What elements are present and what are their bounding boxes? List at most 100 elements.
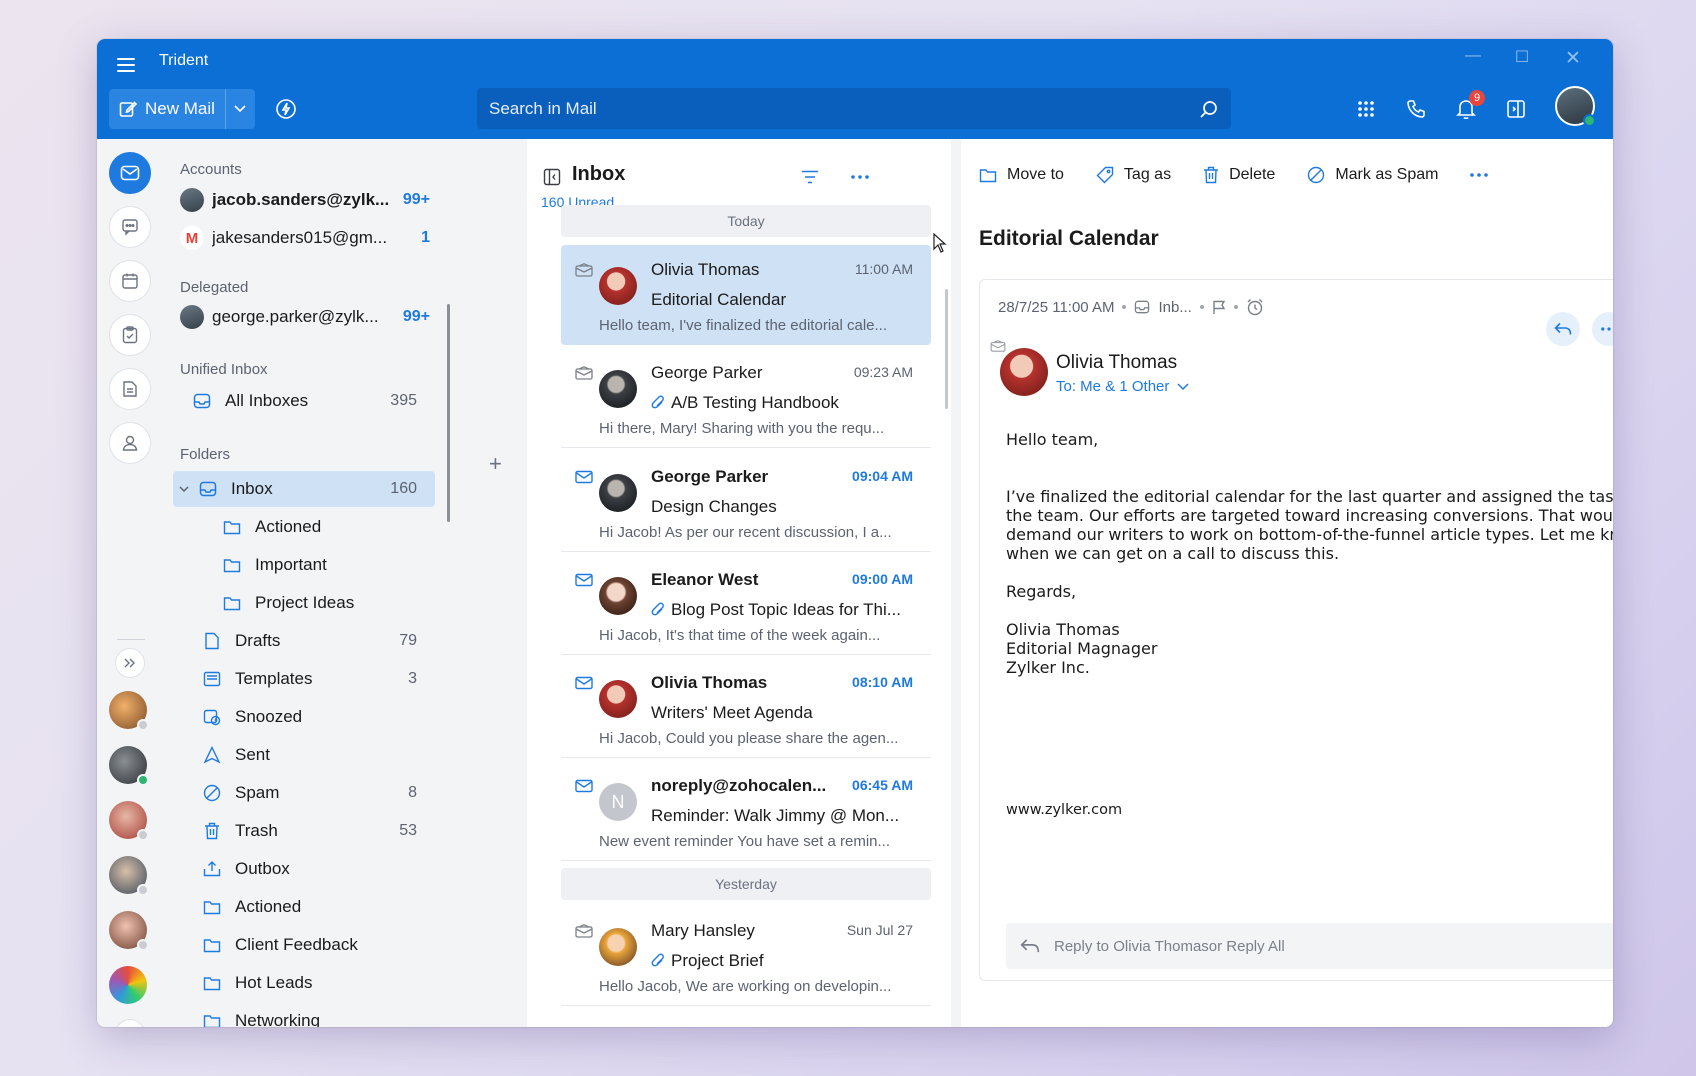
- message-item[interactable]: Eleanor West 09:00 AM Blog Post Topic Id…: [561, 555, 931, 655]
- flag-icon[interactable]: [1212, 300, 1226, 315]
- folder-client-feedback[interactable]: Client Feedback: [201, 927, 435, 963]
- folder-icon: [201, 896, 223, 918]
- read-envelope-icon[interactable]: [575, 263, 593, 277]
- more-actions-icon[interactable]: [1470, 161, 1489, 189]
- contact-avatar[interactable]: [109, 801, 149, 841]
- body-paragraph: I’ve finalized the editorial calendar fo…: [1006, 487, 1613, 563]
- folder-spam[interactable]: Spam 8: [201, 775, 435, 811]
- message-item[interactable]: Olivia Thomas 11:00 AM Editorial Calenda…: [561, 245, 931, 345]
- apps-grid-icon[interactable]: [1353, 96, 1379, 122]
- sender-avatar: [599, 370, 637, 408]
- recipients-toggle[interactable]: To: Me & 1 Other: [1056, 378, 1189, 395]
- app-window: Trident — ☐ ✕ New Mail 9: [97, 39, 1613, 1027]
- unread-envelope-icon[interactable]: [575, 573, 593, 587]
- sender-avatar[interactable]: [1000, 348, 1048, 396]
- new-mail-split-button: New Mail: [109, 89, 255, 129]
- contact-avatar[interactable]: [109, 691, 149, 731]
- folder-inbox[interactable]: Inbox 160: [173, 471, 435, 507]
- list-title: Inbox: [572, 163, 626, 185]
- folder-pane-scrollbar[interactable]: [447, 304, 450, 522]
- maximize-icon[interactable]: ☐: [1502, 47, 1542, 67]
- inbox-icon: [197, 478, 219, 500]
- message-list-scrollbar[interactable]: [945, 289, 948, 409]
- body-regards: Regards,: [1006, 582, 1077, 601]
- rail-chat-bottom-button[interactable]: [115, 1019, 145, 1027]
- folder-drafts[interactable]: Drafts 79: [201, 623, 435, 659]
- inbox-tray-icon: [191, 390, 213, 412]
- account-item[interactable]: M jakesanders015@gm... 1: [180, 222, 430, 254]
- contact-avatar[interactable]: [109, 911, 149, 951]
- delegated-account-item[interactable]: george.parker@zylk... 99+: [180, 301, 430, 333]
- reminder-alarm-icon[interactable]: [1246, 298, 1264, 316]
- message-item[interactable]: George Parker 09:04 AM Design Changes Hi…: [561, 452, 931, 552]
- notification-badge: 9: [1469, 90, 1485, 106]
- tag-as-button[interactable]: Tag as: [1096, 161, 1171, 189]
- rail-expand-button[interactable]: [115, 648, 145, 678]
- rail-tasks-button[interactable]: [109, 314, 151, 356]
- signature-website-link[interactable]: www.zylker.com: [1006, 802, 1122, 818]
- message-item[interactable]: Mary Hansley Sun Jul 27 Project Brief He…: [561, 906, 931, 1006]
- reply-button[interactable]: [1546, 312, 1580, 346]
- notifications-bell-icon[interactable]: 9: [1453, 90, 1485, 122]
- folder-templates[interactable]: Templates 3: [201, 661, 435, 697]
- unread-envelope-icon[interactable]: [575, 676, 593, 690]
- rail-chat-button[interactable]: [109, 206, 151, 248]
- snoozed-icon: [201, 706, 223, 728]
- folder-hot-leads[interactable]: Hot Leads: [201, 965, 435, 1001]
- folder-important[interactable]: Important: [221, 547, 435, 583]
- group-avatar[interactable]: [109, 966, 147, 1004]
- delete-button[interactable]: Delete: [1203, 161, 1275, 189]
- unread-envelope-icon[interactable]: [575, 779, 593, 793]
- email-folder[interactable]: Inb...: [1158, 299, 1191, 316]
- rail-contacts-button[interactable]: [109, 422, 151, 464]
- minimize-icon[interactable]: —: [1453, 47, 1493, 65]
- account-item[interactable]: jacob.sanders@zylk... 99+: [180, 184, 430, 216]
- phone-icon[interactable]: [1403, 96, 1429, 122]
- signature-name: Olivia Thomas: [1006, 620, 1120, 639]
- quick-reply-box[interactable]: Reply to Olivia Thomasor Reply All: [1006, 923, 1613, 969]
- folder-trash[interactable]: Trash 53: [201, 813, 435, 849]
- new-mail-dropdown[interactable]: [224, 89, 255, 129]
- quick-actions-bolt-icon[interactable]: [274, 97, 298, 121]
- folder-snoozed[interactable]: Snoozed: [201, 699, 435, 735]
- folder-all-inboxes[interactable]: All Inboxes 395: [191, 383, 435, 419]
- folder-sent[interactable]: Sent: [201, 737, 435, 773]
- folder-project-ideas[interactable]: Project Ideas: [221, 585, 435, 621]
- search-input[interactable]: [489, 98, 1199, 119]
- unread-envelope-icon[interactable]: [575, 470, 593, 484]
- folder-actioned-2[interactable]: Actioned: [201, 889, 435, 925]
- account-avatar: [180, 188, 204, 212]
- rail-mail-button[interactable]: [109, 152, 151, 194]
- inbox-tray-icon: [1135, 300, 1150, 314]
- folder-icon: [221, 516, 243, 538]
- message-item[interactable]: Olivia Thomas 08:10 AM Writers' Meet Age…: [561, 658, 931, 758]
- folder-actioned[interactable]: Actioned: [221, 509, 435, 545]
- email-more-options-button[interactable]: [1592, 312, 1613, 346]
- contact-avatar[interactable]: [109, 746, 149, 786]
- sender-name[interactable]: Olivia Thomas: [1056, 352, 1177, 374]
- search-icon[interactable]: [1199, 99, 1219, 119]
- user-profile-avatar[interactable]: [1555, 86, 1596, 127]
- tasks-clipboard-icon: [122, 326, 138, 344]
- close-icon[interactable]: ✕: [1553, 47, 1593, 70]
- chevron-down-icon[interactable]: [179, 480, 197, 498]
- filter-icon[interactable]: [799, 166, 821, 188]
- folder-outbox[interactable]: Outbox: [201, 851, 435, 887]
- mark-as-spam-button[interactable]: Mark as Spam: [1307, 161, 1438, 189]
- read-envelope-icon[interactable]: [575, 924, 593, 938]
- email-date: 28/7/25 11:00 AM: [998, 298, 1115, 316]
- read-envelope-icon[interactable]: [575, 366, 593, 380]
- collapse-panel-icon[interactable]: [541, 166, 563, 188]
- hamburger-menu-icon[interactable]: [117, 55, 139, 75]
- contact-avatar[interactable]: [109, 856, 149, 896]
- new-mail-button[interactable]: New Mail: [109, 89, 225, 129]
- rail-notes-button[interactable]: [109, 368, 151, 410]
- message-item[interactable]: George Parker 09:23 AM A/B Testing Handb…: [561, 348, 931, 448]
- folder-networking[interactable]: Networking: [201, 1003, 435, 1027]
- message-item[interactable]: N noreply@zohocalen... 06:45 AM Reminder…: [561, 761, 931, 861]
- panel-toggle-icon[interactable]: [1503, 96, 1529, 122]
- rail-calendar-button[interactable]: [109, 260, 151, 302]
- move-to-button[interactable]: Move to: [979, 161, 1064, 189]
- add-folder-icon[interactable]: +: [489, 451, 502, 477]
- more-options-icon[interactable]: [849, 166, 871, 188]
